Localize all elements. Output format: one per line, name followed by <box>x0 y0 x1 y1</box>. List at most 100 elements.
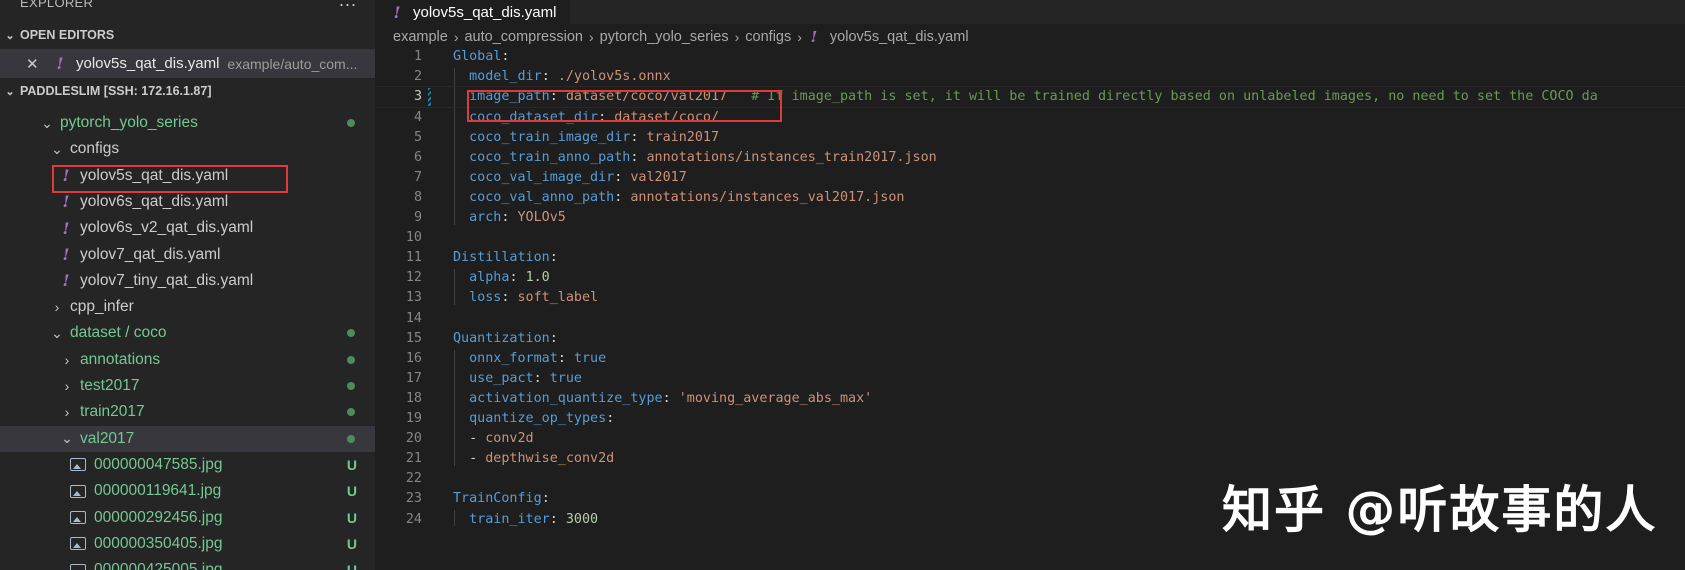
highlight-box-code <box>467 90 782 122</box>
yaml-value: annotations/instances_train2017.json <box>646 149 937 165</box>
yaml-key: coco_val_anno_path <box>469 189 615 205</box>
tree-item[interactable]: 000000119641.jpg U <box>0 478 375 504</box>
code-content: - conv2d <box>453 431 534 446</box>
breadcrumb-item[interactable]: auto_compression <box>464 29 583 45</box>
yaml-file-icon: ! <box>56 54 64 73</box>
code-line[interactable]: 5 coco_train_image_dir: train2017 <box>375 126 1685 148</box>
chevron-right-icon: › <box>453 29 459 45</box>
tree-item-content: › cpp_infer <box>50 298 134 316</box>
tree-item-label: yolov6s_qat_dis.yaml <box>80 192 229 210</box>
yaml-key: use_pact <box>469 370 534 386</box>
tree-item-label: dataset / coco <box>70 324 167 342</box>
line-number: 13 <box>405 290 422 306</box>
git-status-dot <box>347 382 355 390</box>
tree-item-label: 000000425005.jpg <box>94 561 223 570</box>
code-content: use_pact: true <box>453 371 582 386</box>
code-line[interactable]: 14 <box>375 307 1685 329</box>
code-line[interactable]: 9 arch: YOLOv5 <box>375 207 1685 229</box>
tree-item[interactable]: › cpp_infer <box>0 294 375 320</box>
breadcrumb-item[interactable]: yolov5s_qat_dis.yaml <box>830 29 969 45</box>
yaml-key: coco_train_anno_path <box>469 149 631 165</box>
workspace-section[interactable]: ⌄ PADDLESLIM [SSH: 172.16.1.87] <box>0 78 375 104</box>
tree-item[interactable]: ! yolov6s_v2_qat_dis.yaml <box>0 215 375 241</box>
git-status-dot <box>347 355 355 364</box>
yaml-file-icon: ! <box>393 2 401 22</box>
tree-item-label: val2017 <box>80 429 135 447</box>
tree-item[interactable]: ⌄ configs <box>0 136 375 162</box>
yaml-value: val2017 <box>630 169 687 185</box>
line-number: 10 <box>405 230 422 246</box>
open-editor-item[interactable]: ✕ ! yolov5s_qat_dis.yaml example/auto_co… <box>0 49 375 78</box>
tree-item[interactable]: ! yolov7_qat_dis.yaml <box>0 242 375 268</box>
tree-item[interactable]: 000000350405.jpg U <box>0 531 375 557</box>
line-number: 15 <box>405 330 422 346</box>
yaml-value: ./yolov5s.onnx <box>557 69 671 85</box>
line-number: 14 <box>405 310 422 326</box>
code-line[interactable]: 19 quantize_op_types: <box>375 408 1685 430</box>
code-line[interactable]: 18 activation_quantize_type: 'moving_ave… <box>375 388 1685 410</box>
tree-item[interactable]: › train2017 <box>0 399 375 425</box>
tab-yolov5s-qat-dis[interactable]: ! yolov5s_qat_dis.yaml <box>375 0 570 24</box>
code-line[interactable]: 15 Quantization: <box>375 327 1685 349</box>
chevron-down-icon: ⌄ <box>41 114 53 131</box>
breadcrumb-item[interactable]: pytorch_yolo_series <box>600 29 729 45</box>
code-line[interactable]: 17 use_pact: true <box>375 368 1685 390</box>
tree-item-label: yolov7_qat_dis.yaml <box>80 245 221 263</box>
open-editor-name: yolov5s_qat_dis.yaml <box>76 55 220 72</box>
tree-item[interactable]: ⌄ dataset / coco <box>0 320 375 346</box>
yaml-key: loss <box>469 290 502 306</box>
code-line[interactable]: 1 Global: <box>375 46 1685 68</box>
explorer-title: EXPLORER <box>20 0 94 10</box>
git-untracked-badge: U <box>346 509 357 526</box>
yaml-file-icon: ! <box>810 28 818 46</box>
tree-item[interactable]: 000000047585.jpg U <box>0 452 375 478</box>
line-number: 8 <box>413 189 422 205</box>
line-number: 16 <box>405 350 422 366</box>
chevron-right-icon: › <box>54 299 60 316</box>
tree-item-content: 000000292456.jpg <box>70 509 222 527</box>
code-line[interactable]: 11 Distillation: <box>375 247 1685 269</box>
tab-bar: ! yolov5s_qat_dis.yaml <box>375 0 1685 24</box>
close-icon[interactable]: ✕ <box>26 55 40 73</box>
code-line[interactable]: 16 onnx_format: true <box>375 348 1685 370</box>
yaml-separator: : <box>501 210 518 226</box>
code-line[interactable]: 8 coco_val_anno_path: annotations/instan… <box>375 187 1685 209</box>
code-line[interactable]: 6 coco_train_anno_path: annotations/inst… <box>375 147 1685 169</box>
yaml-value: true <box>549 370 582 386</box>
code-line[interactable]: 21 - depthwise_conv2d <box>375 448 1685 470</box>
code-line[interactable]: 12 alpha: 1.0 <box>375 267 1685 289</box>
tree-item[interactable]: ⌄ pytorch_yolo_series <box>0 110 375 136</box>
tree-item[interactable]: › test2017 <box>0 373 375 399</box>
line-number: 11 <box>405 250 422 266</box>
yaml-file-icon: ! <box>62 192 70 212</box>
tree-item-content: ! yolov7_tiny_qat_dis.yaml <box>60 271 253 290</box>
code-line[interactable]: 10 <box>375 227 1685 249</box>
chevron-down-icon: ⌄ <box>51 324 63 341</box>
image-file-icon <box>70 484 86 498</box>
code-line[interactable]: 2 model_dir: ./yolov5s.onnx <box>375 66 1685 88</box>
breadcrumb-item[interactable]: configs <box>745 29 791 45</box>
code-line[interactable]: 7 coco_val_image_dir: val2017 <box>375 167 1685 189</box>
workspace-header: PADDLESLIM [SSH: 172.16.1.87] <box>20 84 212 98</box>
code-line[interactable]: 13 loss: soft_label <box>375 287 1685 309</box>
tree-item[interactable]: ! yolov7_tiny_qat_dis.yaml <box>0 268 375 294</box>
yaml-key: coco_train_image_dir <box>469 129 631 145</box>
yaml-key: Quantization <box>453 330 550 346</box>
tree-item[interactable]: 000000292456.jpg U <box>0 505 375 531</box>
yaml-separator: : <box>549 330 558 346</box>
line-number: 20 <box>405 431 422 447</box>
tree-item-content: 000000119641.jpg <box>70 482 221 500</box>
yaml-separator: : <box>501 290 518 306</box>
tree-item[interactable]: ⌄ val2017 <box>0 425 375 452</box>
git-untracked-badge: U <box>346 456 357 473</box>
more-actions-icon[interactable]: ... <box>339 0 357 11</box>
tree-item[interactable]: 000000425005.jpg U <box>0 557 375 570</box>
breadcrumb-item[interactable]: example <box>393 29 448 45</box>
tree-item[interactable]: › annotations <box>0 347 375 373</box>
tab-label: yolov5s_qat_dis.yaml <box>413 3 557 21</box>
yaml-value: depthwise_conv2d <box>485 451 615 467</box>
code-line[interactable]: 20 - conv2d <box>375 428 1685 450</box>
line-number: 18 <box>405 390 422 406</box>
image-file-icon <box>70 511 86 524</box>
open-editors-section[interactable]: ⌄ OPEN EDITORS <box>0 22 375 48</box>
